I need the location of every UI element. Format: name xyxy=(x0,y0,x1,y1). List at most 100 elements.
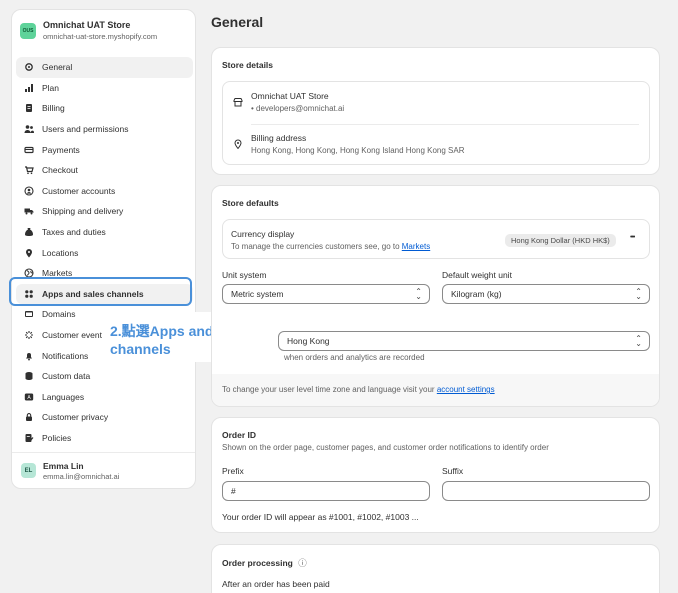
store-name: Omnichat UAT Store xyxy=(43,20,131,30)
currency-display-desc: To manage the currencies customers see, … xyxy=(231,242,430,251)
receipt-icon xyxy=(24,103,34,113)
billing-address-label: Billing address xyxy=(251,133,307,143)
prefix-input[interactable]: # xyxy=(222,481,430,501)
page-title: General xyxy=(211,14,264,30)
sidebar-item-label: Checkout xyxy=(42,165,78,176)
chart-icon xyxy=(24,83,34,93)
order-id-desc: Shown on the order page, customer pages,… xyxy=(222,443,549,452)
sidebar-item-label: General xyxy=(42,62,73,73)
settings-nav: General Plan Billing Users and permissio… xyxy=(16,57,193,448)
currency-display-label: Currency display xyxy=(231,229,295,239)
unit-system-select[interactable]: Metric system ⌃ ⌄ xyxy=(222,284,430,304)
sidebar-item-label: Users and permissions xyxy=(42,124,129,135)
select-chevron-icon: ⌃ ⌄ xyxy=(635,287,642,301)
unit-system-value: Metric system xyxy=(231,289,284,299)
sidebar-item-taxes[interactable]: Taxes and duties xyxy=(16,222,193,243)
select-chevron-icon: ⌃ ⌄ xyxy=(635,334,642,348)
bell-icon xyxy=(24,351,34,361)
footer-text: To change your user level time zone and … xyxy=(222,385,435,394)
sidebar-item-billing[interactable]: Billing xyxy=(16,98,193,119)
divider xyxy=(251,124,639,125)
person-icon xyxy=(24,186,34,196)
card-title-row: Order processing ⓘ xyxy=(222,557,307,569)
sidebar-item-plan[interactable]: Plan xyxy=(16,78,193,99)
store-details-box[interactable]: Omnichat UAT Store • developers@omnichat… xyxy=(222,81,650,165)
markets-link[interactable]: Markets xyxy=(402,242,430,251)
policy-icon xyxy=(24,433,34,443)
sidebar-item-languages[interactable]: A Languages xyxy=(16,387,193,408)
lock-icon xyxy=(24,412,34,422)
sidebar-item-label: Billing xyxy=(42,103,65,114)
store-defaults-card: Store defaults Currency display To manag… xyxy=(211,185,660,407)
timezone-select[interactable]: Hong Kong ⌃ ⌄ xyxy=(278,331,650,351)
sidebar-item-label: Locations xyxy=(42,247,79,258)
sidebar-item-label: Customer events xyxy=(42,330,107,341)
account-settings-link[interactable]: account settings xyxy=(437,385,495,394)
card-title: Store defaults xyxy=(222,198,279,208)
info-icon[interactable]: ⓘ xyxy=(298,558,307,568)
sidebar-item-payments[interactable]: Payments xyxy=(16,139,193,160)
store-name-value: Omnichat UAT Store xyxy=(251,91,329,101)
store-icon xyxy=(233,97,243,109)
sidebar-item-label: Taxes and duties xyxy=(42,227,106,238)
sidebar-item-general[interactable]: General xyxy=(16,57,193,78)
card-title: Order processing xyxy=(222,558,293,568)
sidebar-item-policies[interactable]: Policies xyxy=(16,428,193,449)
sidebar-item-users[interactable]: Users and permissions xyxy=(16,119,193,140)
card-footer: To change your user level time zone and … xyxy=(212,374,659,406)
user-email: emma.lin@omnichat.ai xyxy=(43,471,120,481)
sidebar-item-label: Payments xyxy=(42,144,80,155)
sidebar-item-locations[interactable]: Locations xyxy=(16,242,193,263)
sidebar-item-shipping[interactable]: Shipping and delivery xyxy=(16,201,193,222)
sidebar-item-label: Domains xyxy=(42,309,76,320)
sidebar-item-label: Languages xyxy=(42,391,85,402)
sidebar-item-label: Notifications xyxy=(42,350,89,361)
highlight-frame xyxy=(9,277,192,306)
store-avatar: OUS xyxy=(20,22,36,39)
sidebar-item-label: Customer accounts xyxy=(42,185,116,196)
location-pin-icon xyxy=(233,139,243,151)
weight-unit-select[interactable]: Kilogram (kg) ⌃ ⌄ xyxy=(442,284,650,304)
tax-icon xyxy=(24,227,34,237)
order-id-card: Order ID Shown on the order page, custom… xyxy=(211,417,660,533)
sidebar-item-custom-data[interactable]: Custom data xyxy=(16,366,193,387)
user-name: Emma Lin xyxy=(43,460,84,471)
weight-unit-label: Default weight unit xyxy=(442,270,512,280)
pin-icon xyxy=(24,248,34,258)
users-icon xyxy=(24,124,34,134)
sidebar-item-label: Policies xyxy=(42,432,72,443)
events-icon xyxy=(24,330,34,340)
card-title: Store details xyxy=(222,60,274,70)
avatar: EL xyxy=(21,463,36,478)
truck-icon xyxy=(24,206,34,216)
gear-icon xyxy=(24,62,34,72)
card-icon xyxy=(24,145,34,155)
settings-sidebar: OUS Omnichat UAT Store omnichat-uat-stor… xyxy=(11,9,196,489)
sidebar-item-label: Custom data xyxy=(42,371,91,382)
store-url: omnichat-uat-store.myshopify.com xyxy=(43,32,158,41)
store-header[interactable]: OUS Omnichat UAT Store omnichat-uat-stor… xyxy=(12,10,195,49)
timezone-value: Hong Kong xyxy=(287,336,330,346)
suffix-label: Suffix xyxy=(442,466,464,476)
sidebar-item-checkout[interactable]: Checkout xyxy=(16,160,193,181)
language-icon: A xyxy=(24,392,34,402)
store-details-card: Store details Omnichat UAT Store • devel… xyxy=(211,47,660,175)
card-title: Order ID xyxy=(222,430,257,440)
unit-system-label: Unit system xyxy=(222,270,267,280)
cart-icon xyxy=(24,165,34,175)
account-settings-note: To change your user level time zone and … xyxy=(222,385,495,394)
weight-unit-value: Kilogram (kg) xyxy=(451,289,502,299)
after-paid-label: After an order has been paid xyxy=(222,579,330,589)
billing-address-value: Hong Kong, Hong Kong, Hong Kong Island H… xyxy=(251,146,465,155)
sidebar-item-label: Shipping and delivery xyxy=(42,206,124,217)
user-profile[interactable]: EL Emma Lin emma.lin@omnichat.ai xyxy=(12,452,195,488)
currency-badge: Hong Kong Dollar (HKD HK$) xyxy=(505,234,616,247)
select-chevron-icon: ⌃ ⌄ xyxy=(415,287,422,301)
order-id-preview: Your order ID will appear as #1001, #100… xyxy=(222,512,419,522)
domain-icon xyxy=(24,309,34,319)
suffix-input[interactable] xyxy=(442,481,650,501)
sidebar-item-customer-accounts[interactable]: Customer accounts xyxy=(16,181,193,202)
prefix-label: Prefix xyxy=(222,466,244,476)
more-actions-icon[interactable]: ••• xyxy=(630,234,635,241)
sidebar-item-customer-privacy[interactable]: Customer privacy xyxy=(16,407,193,428)
